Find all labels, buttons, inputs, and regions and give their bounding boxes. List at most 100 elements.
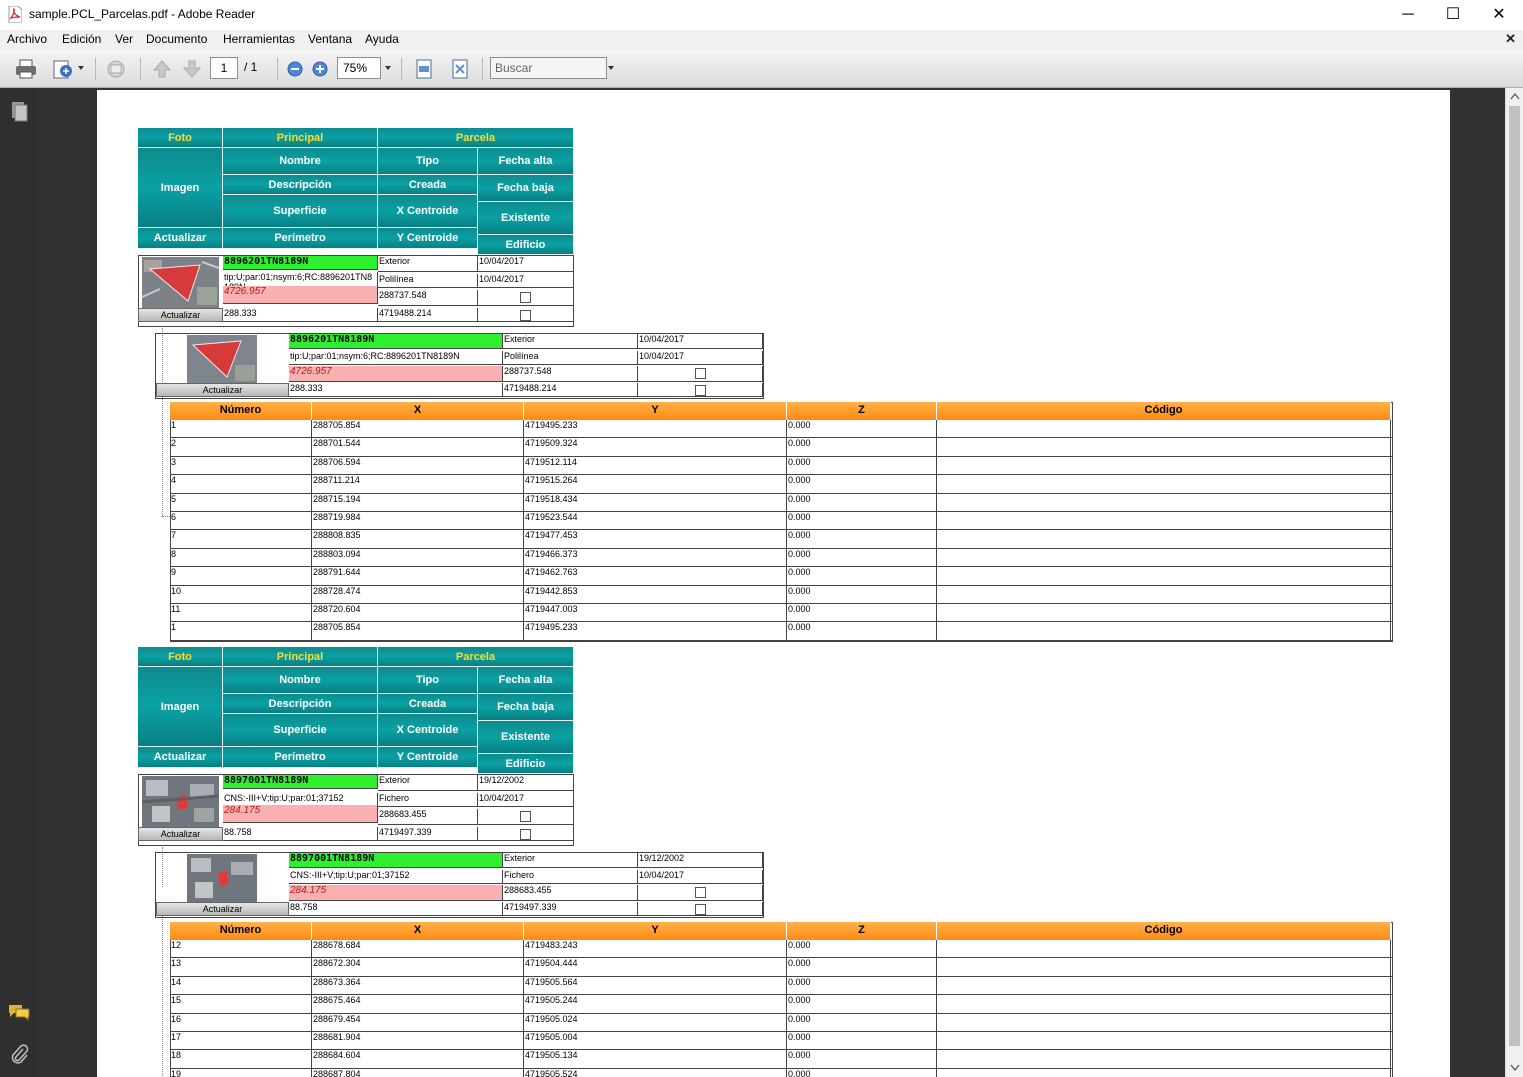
vertex-cell-z: 0.000 (787, 940, 937, 959)
vertex-cell-numero: 17 (170, 1032, 312, 1051)
comment-sign-icon[interactable] (104, 57, 128, 81)
parcel-2-sub-fecha-alta: 19/12/2002 (638, 853, 763, 868)
parcel-2-sub-existente-checkbox[interactable] (695, 887, 706, 898)
vertex-cell-codigo (937, 1068, 1391, 1077)
parcel-1-sub-block: Actualizar 8896201TN8189N tip:U;par:01;n… (155, 333, 764, 399)
comments-panel-icon[interactable] (8, 1003, 30, 1021)
parcel-2-tipo: Exterior (378, 775, 478, 791)
header-nombre: Nombre (223, 667, 378, 694)
menu-edicion[interactable]: Edición (62, 32, 101, 46)
vertex-header-x: X (312, 922, 524, 940)
scroll-down-icon[interactable] (1510, 1064, 1520, 1072)
vertex-cell-numero: 8 (170, 548, 312, 568)
close-document-button[interactable]: ✕ (1505, 31, 1516, 47)
vertex-cell-x: 288711.214 (312, 475, 524, 494)
parcel-1-sub-perimetro: 288.333 (289, 383, 503, 397)
search-input[interactable]: Buscar (490, 57, 607, 79)
vertex-cell-z: 0.000 (787, 1068, 937, 1077)
pages-panel-icon[interactable] (9, 101, 29, 123)
print-icon[interactable] (14, 57, 38, 81)
attachments-icon[interactable] (9, 1043, 29, 1065)
vertex-cell-z: 0.000 (787, 420, 937, 439)
menu-ayuda[interactable]: Ayuda (365, 32, 399, 46)
vertex-header-codigo: Código (937, 402, 1391, 420)
next-page-icon[interactable] (180, 57, 204, 81)
parcel-1-edificio-checkbox[interactable] (520, 310, 531, 321)
zoom-in-icon[interactable] (308, 57, 332, 81)
scroll-mode-icon[interactable] (412, 57, 436, 81)
parcel-1-sub-tipo: Exterior (503, 334, 638, 349)
header-principal: Principal (223, 128, 378, 148)
page-number-input[interactable]: 1 (210, 57, 238, 79)
vertex-cell-x: 288673.364 (312, 976, 524, 996)
parcel-1-sub-nombre: 8896201TN8189N (289, 334, 503, 349)
vertex-cell-x: 288678.684 (312, 940, 524, 959)
zoom-out-icon[interactable] (283, 57, 307, 81)
vertex-cell-z: 0.000 (787, 995, 937, 1014)
header-nombre: Nombre (223, 148, 378, 175)
header-actualizar: Actualizar (138, 228, 223, 249)
vertex-cell-codigo (937, 940, 1391, 959)
vertex-cell-z: 0.000 (787, 585, 937, 604)
vertex-cell-z: 0.000 (787, 456, 937, 476)
share-pdf-icon[interactable] (51, 57, 75, 81)
parcel-2-sub-actualizar-button[interactable]: Actualizar (156, 902, 289, 916)
zoom-level-input[interactable]: 75% (337, 57, 381, 79)
vertex-cell-codigo (937, 456, 1391, 476)
header-edificio: Edificio (478, 754, 574, 774)
vertical-scrollbar[interactable] (1505, 88, 1523, 1077)
parcel-1-existente-checkbox[interactable] (520, 292, 531, 303)
parcel-1-sub-fecha-alta: 10/04/2017 (638, 334, 763, 349)
vertex-cell-numero: 19 (170, 1068, 312, 1077)
search-dropdown-icon[interactable] (608, 66, 614, 70)
header-existente: Existente (478, 202, 574, 235)
previous-page-icon[interactable] (150, 57, 174, 81)
parcel-1-perimetro: 288.333 (223, 308, 378, 322)
parcel-1-sub-descripcion: tip:U;par:01;nsym:6;RC:8896201TN8189N (289, 351, 503, 365)
header-imagen: Imagen (138, 148, 223, 228)
parcel-1-sub-edificio-checkbox[interactable] (695, 385, 706, 396)
vertex-cell-numero: 15 (170, 995, 312, 1014)
menu-ventana[interactable]: Ventana (308, 32, 352, 46)
menu-documento[interactable]: Documento (146, 32, 207, 46)
close-window-button[interactable]: ✕ (1476, 0, 1522, 30)
header-y-centroide: Y Centroide (378, 228, 478, 249)
parcel-block-2: Foto Principal Parcela Imagen Nombre Tip… (138, 647, 574, 847)
vertex-cell-codigo (937, 604, 1391, 623)
parcel-1-sub-photo (187, 335, 257, 384)
minimize-button[interactable]: ─ (1385, 0, 1431, 30)
scroll-up-icon[interactable] (1510, 92, 1520, 100)
vertex-cell-z: 0.000 (787, 530, 937, 549)
share-dropdown-icon[interactable] (78, 66, 84, 70)
menu-ver[interactable]: Ver (115, 32, 133, 46)
parcel-2-superficie: 284.175 (223, 805, 378, 823)
parcel-2-sub-edificio-checkbox[interactable] (695, 904, 706, 915)
vertex-cell-x: 288728.474 (312, 585, 524, 604)
parcel-1-actualizar-button[interactable]: Actualizar (138, 308, 223, 322)
parcel-1-sub-actualizar-button[interactable]: Actualizar (156, 383, 289, 397)
vertex-cell-numero: 10 (170, 585, 312, 604)
menu-archivo[interactable]: Archivo (7, 32, 47, 46)
parcel-1-sub-existente-checkbox[interactable] (695, 368, 706, 379)
parcel-2-existente-checkbox[interactable] (520, 811, 531, 822)
header-principal: Principal (223, 647, 378, 667)
menu-herramientas[interactable]: Herramientas (223, 32, 295, 46)
parcel-2-sub-nombre: 8897001TN8189N (289, 853, 503, 868)
maximize-button[interactable]: ☐ (1430, 0, 1476, 30)
parcel-2-edificio-checkbox[interactable] (520, 829, 531, 840)
vertex-cell-x: 288672.304 (312, 958, 524, 977)
vertex-cell-x: 288679.454 (312, 1013, 524, 1032)
parcel-1-sub-y-centroide: 4719488.214 (503, 383, 638, 397)
vertex-cell-z: 0.000 (787, 1013, 937, 1032)
fit-page-icon[interactable] (448, 57, 472, 81)
parcel-2-fecha-baja: 10/04/2017 (478, 793, 574, 807)
parcel-2-sub-photo (187, 854, 257, 903)
document-viewer[interactable]: Foto Principal Parcela Imagen Nombre Tip… (38, 88, 1505, 1077)
parcel-2-sub-tipo: Exterior (503, 853, 638, 868)
vertex-cell-codigo (937, 622, 1391, 641)
scroll-thumb[interactable] (1509, 106, 1520, 1046)
vertex-cell-z: 0.000 (787, 475, 937, 494)
parcel-2-actualizar-button[interactable]: Actualizar (138, 827, 223, 841)
zoom-dropdown-icon[interactable] (385, 66, 391, 70)
vertex-cell-y: 4719505.134 (524, 1050, 787, 1069)
